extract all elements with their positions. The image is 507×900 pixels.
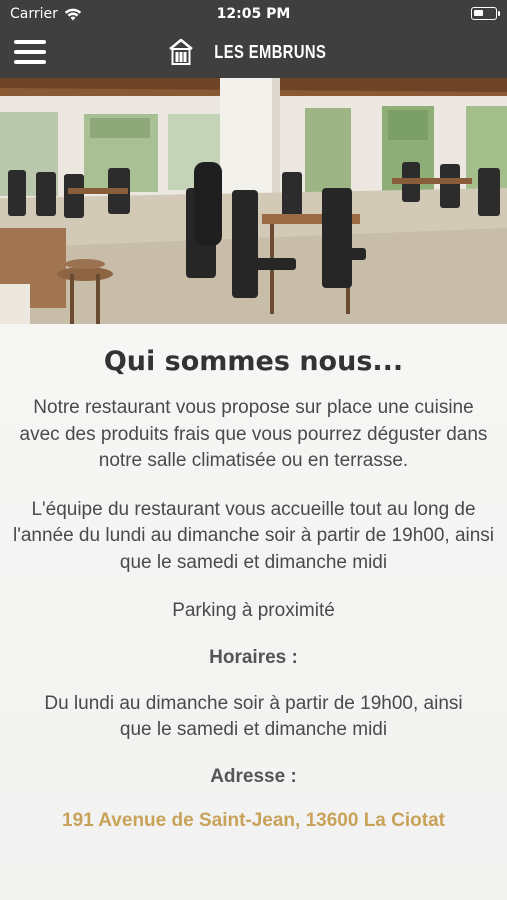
parking-text: Parking à proximité <box>172 600 335 621</box>
address-heading: Adresse : <box>210 765 297 787</box>
restaurant-interior-image <box>0 78 507 324</box>
battery-icon <box>471 7 500 20</box>
status-bar: Carrier 12:05 PM <box>0 0 507 28</box>
house-icon <box>169 38 194 65</box>
team-paragraph: L'équipe du restaurant vous accueille to… <box>12 498 495 573</box>
brand-logo: LES EMBRUNS <box>0 38 507 66</box>
clock: 12:05 PM <box>216 6 291 22</box>
restaurant-photo <box>0 78 507 324</box>
intro-paragraph: Notre restaurant vous propose sur place … <box>19 397 488 471</box>
hours-text: Du lundi au dimanche soir à partir de 19… <box>44 692 463 741</box>
page-title: Qui sommes nous... <box>103 346 404 377</box>
hours-heading: Horaires : <box>209 646 298 668</box>
navigation-bar: LES EMBRUNS <box>0 28 507 78</box>
about-section: Qui sommes nous... Notre restaurant vous… <box>0 324 507 900</box>
brand-name: LES EMBRUNS <box>214 41 327 62</box>
address-link[interactable]: 191 Avenue de Saint-Jean, 13600 La Ciota… <box>0 810 507 832</box>
